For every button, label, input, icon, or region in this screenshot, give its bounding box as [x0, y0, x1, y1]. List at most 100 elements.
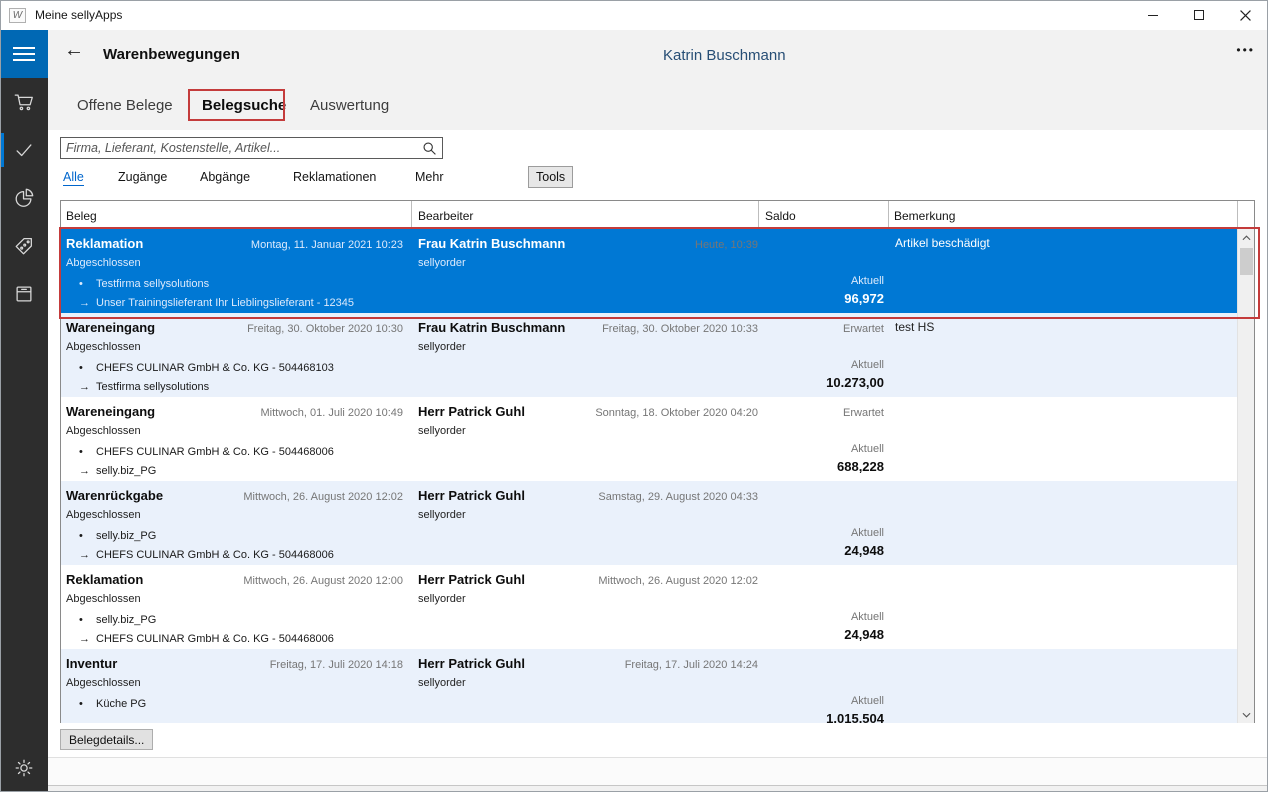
- checkmark-icon: [13, 139, 35, 161]
- tab-offene-belege[interactable]: Offene Belege: [77, 97, 173, 114]
- status-bar-clipped: [48, 786, 1268, 792]
- column-divider: [888, 201, 889, 228]
- tag-icon: [13, 235, 35, 257]
- editor-name: Herr Patrick Guhl: [418, 656, 525, 671]
- column-divider: [1237, 201, 1238, 228]
- sidebar-item-articles[interactable]: [0, 222, 48, 270]
- close-button[interactable]: [1222, 0, 1268, 30]
- table-row[interactable]: Wareneingang Freitag, 30. Oktober 2020 1…: [61, 313, 1237, 397]
- saldo-current-value: 24,948: [844, 627, 884, 642]
- shopping-cart-icon: [13, 91, 35, 113]
- filter-reklamationen[interactable]: Reklamationen: [293, 170, 376, 184]
- search-input[interactable]: [61, 138, 442, 158]
- document-source: •Küche PG: [79, 698, 146, 710]
- sidebar-item-settings[interactable]: [0, 744, 48, 792]
- editor-app: sellyorder: [418, 341, 466, 353]
- editor-name: Frau Katrin Buschmann: [418, 236, 565, 251]
- editor-date: Samstag, 29. August 2020 04:33: [598, 491, 758, 503]
- tab-auswertung[interactable]: Auswertung: [310, 97, 389, 114]
- search-icon[interactable]: [422, 141, 437, 156]
- editor-date: Sonntag, 18. Oktober 2020 04:20: [595, 407, 758, 419]
- tab-belegsuche[interactable]: Belegsuche: [202, 97, 286, 114]
- saldo-current-label: Aktuell: [851, 443, 884, 455]
- editor-app: sellyorder: [418, 509, 466, 521]
- document-status: Abgeschlossen: [66, 509, 141, 521]
- editor-app: sellyorder: [418, 593, 466, 605]
- table-row[interactable]: Wareneingang Mittwoch, 01. Juli 2020 10:…: [61, 397, 1237, 481]
- sidebar-item-journal[interactable]: [0, 270, 48, 318]
- document-source: •selly.biz_PG: [79, 614, 156, 626]
- app-logo-icon: W: [9, 8, 26, 23]
- document-type: Reklamation: [66, 236, 143, 251]
- belegdetails-button[interactable]: Belegdetails...: [60, 729, 153, 750]
- filter-alle[interactable]: Alle: [63, 170, 84, 186]
- document-target: →Testfirma sellysolutions: [79, 381, 209, 393]
- editor-date: Heute, 10:39: [695, 239, 758, 251]
- remark: Artikel beschädigt: [895, 236, 990, 250]
- table-row[interactable]: Reklamation Mittwoch, 26. August 2020 12…: [61, 565, 1237, 649]
- document-target: →selly.biz_PG: [79, 465, 156, 477]
- chevron-up-icon: [1242, 235, 1251, 241]
- hamburger-menu-button[interactable]: [0, 30, 48, 78]
- column-divider: [411, 201, 412, 228]
- document-source: •CHEFS CULINAR GmbH & Co. KG - 504468103: [79, 362, 334, 374]
- document-target: →CHEFS CULINAR GmbH & Co. KG - 504468006: [79, 633, 334, 645]
- minimize-button[interactable]: [1130, 0, 1176, 30]
- column-header-bearbeiter: Bearbeiter: [418, 209, 473, 223]
- document-status: Abgeschlossen: [66, 677, 141, 689]
- saldo-current-label: Aktuell: [851, 527, 884, 539]
- document-target: →Unser Trainingslieferant Ihr Lieblingsl…: [79, 297, 354, 309]
- column-header-saldo: Saldo: [765, 209, 796, 223]
- document-date: Montag, 11. Januar 2021 10:23: [251, 239, 403, 251]
- more-options-button[interactable]: •••: [1236, 43, 1255, 57]
- gear-icon: [13, 757, 35, 779]
- journal-icon: [13, 283, 35, 305]
- active-nav-indicator: [0, 133, 4, 167]
- search-box: [60, 137, 443, 159]
- page-title: Warenbewegungen: [103, 46, 240, 63]
- title-bar: W Meine sellyApps: [0, 0, 1268, 30]
- editor-date: Freitag, 17. Juli 2020 14:24: [625, 659, 758, 671]
- chevron-down-icon: [1242, 712, 1251, 718]
- saldo-expected-label: Erwartet: [843, 407, 884, 419]
- document-date: Freitag, 30. Oktober 2020 10:30: [247, 323, 403, 335]
- table-row[interactable]: Reklamation Montag, 11. Januar 2021 10:2…: [61, 229, 1237, 313]
- vertical-scrollbar[interactable]: [1237, 229, 1254, 723]
- saldo-current-value: 24,948: [844, 543, 884, 558]
- table-body: Reklamation Montag, 11. Januar 2021 10:2…: [61, 229, 1237, 723]
- filter-zugaenge[interactable]: Zugänge: [118, 170, 167, 184]
- editor-app: sellyorder: [418, 257, 466, 269]
- tools-button[interactable]: Tools: [528, 166, 573, 188]
- document-type: Reklamation: [66, 572, 143, 587]
- filter-mehr[interactable]: Mehr: [415, 170, 443, 184]
- scrollbar-thumb[interactable]: [1240, 248, 1253, 275]
- document-source: •CHEFS CULINAR GmbH & Co. KG - 504468006: [79, 446, 334, 458]
- document-date: Mittwoch, 01. Juli 2020 10:49: [261, 407, 403, 419]
- document-target: →CHEFS CULINAR GmbH & Co. KG - 504468006: [79, 549, 334, 561]
- scroll-down-button[interactable]: [1238, 706, 1255, 723]
- maximize-button[interactable]: [1176, 0, 1222, 30]
- table-row[interactable]: Inventur Freitag, 17. Juli 2020 14:18 Ab…: [61, 649, 1237, 723]
- document-status: Abgeschlossen: [66, 593, 141, 605]
- results-table: Beleg Bearbeiter Saldo Bemerkung Reklama…: [60, 200, 1255, 723]
- document-date: Freitag, 17. Juli 2020 14:18: [270, 659, 403, 671]
- table-row[interactable]: Warenrückgabe Mittwoch, 26. August 2020 …: [61, 481, 1237, 565]
- window-title: Meine sellyApps: [35, 8, 122, 22]
- saldo-current-label: Aktuell: [851, 359, 884, 371]
- document-date: Mittwoch, 26. August 2020 12:00: [243, 575, 403, 587]
- back-button[interactable]: ←: [64, 40, 84, 60]
- document-type: Wareneingang: [66, 320, 155, 335]
- sidebar-item-tasks[interactable]: [0, 126, 48, 174]
- remark: test HS: [895, 320, 934, 334]
- document-date: Mittwoch, 26. August 2020 12:02: [243, 491, 403, 503]
- saldo-current-label: Aktuell: [851, 275, 884, 287]
- filter-abgaenge[interactable]: Abgänge: [200, 170, 250, 184]
- logged-in-user: Katrin Buschmann: [663, 47, 786, 64]
- document-source: •Testfirma sellysolutions: [79, 278, 209, 290]
- sidebar-item-cart[interactable]: [0, 78, 48, 126]
- document-type: Wareneingang: [66, 404, 155, 419]
- scroll-up-button[interactable]: [1238, 229, 1255, 246]
- column-header-bemerkung: Bemerkung: [894, 209, 955, 223]
- page-header: ← Warenbewegungen Katrin Buschmann ••• O…: [48, 30, 1268, 130]
- sidebar-item-statistics[interactable]: [0, 174, 48, 222]
